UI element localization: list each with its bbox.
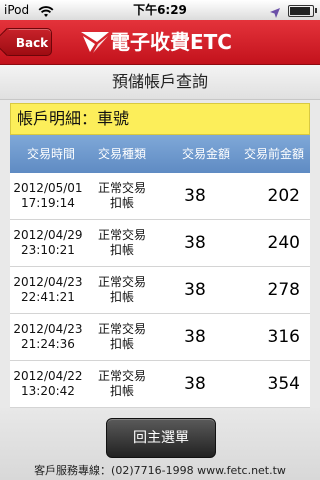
cell-transaction-type-line: 扣帳 xyxy=(109,243,134,257)
column-header-type: 交易種類 xyxy=(97,147,146,161)
cell-datetime-line: 23:10:21 xyxy=(21,243,75,257)
status-bar: iPod 下午6:29 xyxy=(0,0,320,20)
table-row: 2012/04/29 23:10:21 正常交易 扣帳 38 240 xyxy=(10,220,310,267)
battery-icon xyxy=(288,5,317,17)
cell-datetime-line: 2012/04/23 xyxy=(13,322,83,336)
cell-transaction-type-line: 扣帳 xyxy=(109,337,134,351)
account-detail-header: 帳戶明細：車號 xyxy=(10,103,310,135)
cell-balance-before-line: 354 xyxy=(267,374,300,394)
table-row: 2012/04/23 21:24:36 正常交易 扣帳 38 316 xyxy=(10,314,310,361)
etc-logo-icon xyxy=(80,30,110,58)
cell-amount: 38 xyxy=(160,220,230,266)
cell-transaction-type-line: 正常交易 xyxy=(97,322,146,336)
cell-balance-before: 316 xyxy=(236,314,306,360)
brand-title: 電子收費ETC xyxy=(110,30,232,54)
cell-balance-before-line: 278 xyxy=(267,280,300,300)
cell-datetime-line: 2012/04/29 xyxy=(13,228,83,242)
cell-balance-before: 202 xyxy=(236,173,306,219)
cell-transaction-type: 正常交易 扣帳 xyxy=(90,361,154,407)
cell-amount-line: 38 xyxy=(184,186,206,206)
cell-datetime: 2012/05/01 17:19:14 xyxy=(10,173,86,219)
cell-amount-line: 38 xyxy=(184,233,206,253)
table-row: 2012/04/22 13:20:42 正常交易 扣帳 38 354 xyxy=(10,361,310,408)
cell-transaction-type: 正常交易 扣帳 xyxy=(90,220,154,266)
cell-datetime: 2012/04/23 21:24:36 xyxy=(10,314,86,360)
back-button-label: Back xyxy=(15,36,49,50)
cell-amount: 38 xyxy=(160,314,230,360)
cell-balance-before-line: 202 xyxy=(267,186,300,206)
cell-transaction-type: 正常交易 扣帳 xyxy=(90,173,154,219)
cell-balance-before: 240 xyxy=(236,220,306,266)
cell-datetime-line: 17:19:14 xyxy=(21,196,75,210)
navigation-bar: Back 電子收費ETC xyxy=(0,20,320,65)
cell-transaction-type: 正常交易 扣帳 xyxy=(90,267,154,313)
main-menu-button[interactable]: 回主選單 xyxy=(106,418,216,458)
transaction-list[interactable]: 2012/05/01 17:19:14 正常交易 扣帳 38 202 2012/04/29 2… xyxy=(10,173,310,408)
table-row: 2012/04/23 22:41:21 正常交易 扣帳 38 278 xyxy=(10,267,310,314)
cell-amount-line: 38 xyxy=(184,327,206,347)
cell-balance-before: 354 xyxy=(236,361,306,407)
cell-amount: 38 xyxy=(160,173,230,219)
cell-amount-line: 38 xyxy=(184,280,206,300)
cell-datetime-line: 21:24:36 xyxy=(21,337,75,351)
column-header-amount: 交易金額 xyxy=(181,147,230,161)
cell-transaction-type-line: 扣帳 xyxy=(109,290,134,304)
table-header: 交易時間 交易種類 交易金額 交易前金額 xyxy=(10,135,310,173)
cell-datetime-line: 2012/04/23 xyxy=(13,275,83,289)
cell-amount: 38 xyxy=(160,267,230,313)
cell-balance-before-line: 316 xyxy=(267,327,300,347)
cell-transaction-type-line: 扣帳 xyxy=(109,196,134,210)
cell-datetime-line: 2012/05/01 xyxy=(13,181,83,195)
cell-datetime: 2012/04/23 22:41:21 xyxy=(10,267,86,313)
cell-transaction-type-line: 正常交易 xyxy=(97,181,146,195)
cell-datetime-line: 2012/04/22 xyxy=(13,369,83,383)
cell-transaction-type-line: 正常交易 xyxy=(97,275,146,289)
table-row: 2012/05/01 17:19:14 正常交易 扣帳 38 202 xyxy=(10,173,310,220)
customer-service-footer: 客戶服務專線：(02)7716-1998 www.fetc.net.tw xyxy=(34,464,286,477)
cell-balance-before-line: 240 xyxy=(267,233,300,253)
page-title: 預儲帳戶查詢 xyxy=(0,65,320,100)
cell-transaction-type-line: 正常交易 xyxy=(97,228,146,242)
column-header-balance-before: 交易前金額 xyxy=(243,147,304,161)
cell-amount-line: 38 xyxy=(184,374,206,394)
back-button[interactable]: Back xyxy=(0,27,52,57)
cell-datetime: 2012/04/22 13:20:42 xyxy=(10,361,86,407)
cell-datetime-line: 22:41:21 xyxy=(21,290,75,304)
cell-transaction-type-line: 扣帳 xyxy=(109,384,134,398)
cell-transaction-type-line: 正常交易 xyxy=(97,369,146,383)
cell-balance-before: 278 xyxy=(236,267,306,313)
cell-datetime: 2012/04/29 23:10:21 xyxy=(10,220,86,266)
cell-datetime-line: 13:20:42 xyxy=(21,384,75,398)
cell-transaction-type: 正常交易 扣帳 xyxy=(90,314,154,360)
column-header-time: 交易時間 xyxy=(26,147,75,161)
cell-amount: 38 xyxy=(160,361,230,407)
